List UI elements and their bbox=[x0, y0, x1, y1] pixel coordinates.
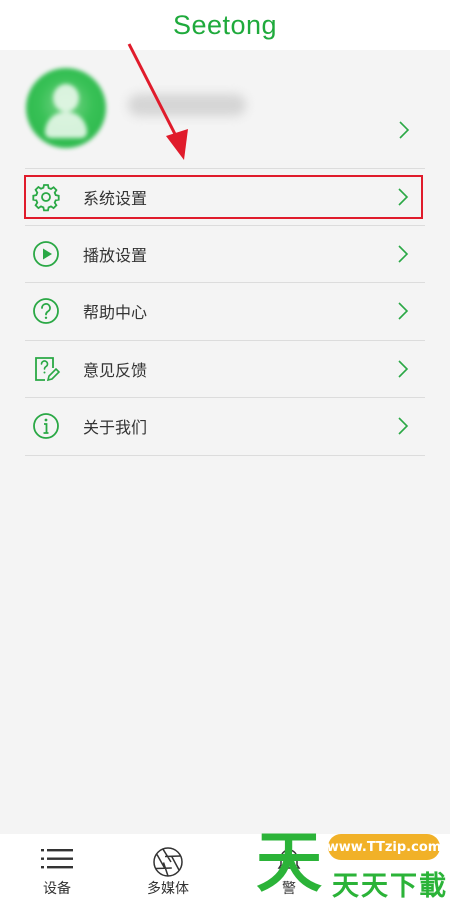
chevron-right-icon bbox=[398, 302, 409, 320]
tab-multimedia[interactable]: 多媒体 bbox=[113, 834, 223, 920]
menu-item-help-center[interactable]: 帮助中心 bbox=[25, 283, 425, 341]
username-blurred bbox=[128, 94, 246, 116]
watermark-url: www.TTzip.com bbox=[327, 834, 441, 860]
watermark-logo: 天 www.TTzip.com 天天下載 bbox=[256, 826, 450, 906]
app-header: Seetong bbox=[0, 0, 450, 50]
menu-item-label: 系统设置 bbox=[83, 188, 148, 208]
profile-section[interactable] bbox=[0, 50, 450, 168]
help-circle-icon bbox=[33, 298, 59, 325]
chevron-right-icon bbox=[398, 188, 409, 206]
menu-item-playback-settings[interactable]: 播放设置 bbox=[25, 226, 425, 283]
app-title: Seetong bbox=[172, 9, 278, 40]
play-circle-icon bbox=[33, 240, 59, 267]
tab-label: 多媒体 bbox=[147, 881, 189, 897]
watermark-big-char: 天 bbox=[256, 824, 322, 901]
menu-item-label: 关于我们 bbox=[83, 418, 148, 438]
chevron-right-icon[interactable] bbox=[398, 120, 410, 140]
chevron-right-icon bbox=[398, 417, 409, 435]
tab-devices[interactable]: 设备 bbox=[2, 834, 112, 920]
menu-item-system-settings[interactable]: 系统设置 bbox=[25, 168, 425, 226]
list-icon bbox=[41, 849, 73, 869]
menu-item-label: 意见反馈 bbox=[83, 360, 148, 380]
menu-item-label: 帮助中心 bbox=[83, 303, 148, 323]
menu-item-label: 播放设置 bbox=[83, 245, 148, 265]
chevron-right-icon bbox=[398, 245, 409, 263]
user-avatar-icon[interactable] bbox=[26, 68, 106, 148]
settings-menu: 系统设置 播放设置 帮助中心 意见反馈 关于我们 bbox=[25, 168, 425, 456]
info-circle-icon bbox=[33, 413, 59, 440]
watermark-name: 天天下載 bbox=[332, 871, 448, 902]
gear-icon bbox=[32, 183, 60, 212]
menu-item-feedback[interactable]: 意见反馈 bbox=[25, 341, 425, 398]
feedback-edit-icon bbox=[35, 356, 61, 381]
tab-label: 设备 bbox=[43, 881, 71, 897]
chevron-right-icon bbox=[398, 360, 409, 378]
menu-item-about-us[interactable]: 关于我们 bbox=[25, 398, 425, 456]
aperture-icon bbox=[153, 847, 183, 877]
